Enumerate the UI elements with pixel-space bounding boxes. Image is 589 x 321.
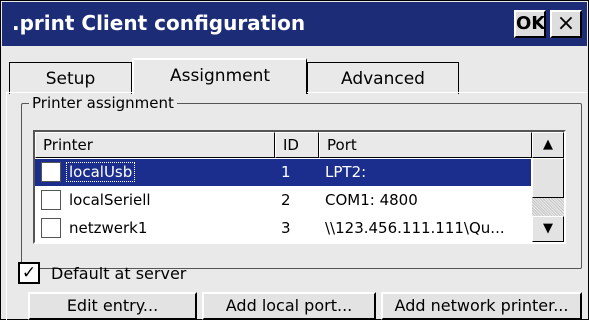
config-window: .print Client configuration OK × Setup A…: [0, 0, 589, 321]
scroll-thumb[interactable]: [532, 158, 564, 198]
printer-name: localSeriell: [69, 191, 151, 209]
edit-entry-button[interactable]: Edit entry...: [28, 292, 197, 320]
scroll-down-icon[interactable]: ▼: [532, 216, 564, 242]
column-header-port[interactable]: Port: [319, 132, 532, 158]
printer-name: netzwerk1: [69, 219, 148, 237]
printer-port: \\123.456.111.111\Qu...: [325, 219, 505, 237]
tab-strip: Setup Assignment Advanced: [1, 58, 589, 94]
add-network-printer-button[interactable]: Add network printer...: [381, 292, 582, 320]
vertical-scrollbar[interactable]: ▲ ▼: [532, 132, 564, 242]
ok-button[interactable]: OK: [514, 10, 546, 38]
add-local-port-button[interactable]: Add local port...: [202, 292, 376, 320]
column-header-printer[interactable]: Printer: [35, 132, 275, 158]
title-bar: .print Client configuration OK ×: [2, 2, 587, 46]
row-checkbox[interactable]: [41, 162, 61, 182]
scroll-up-icon[interactable]: ▲: [532, 132, 564, 158]
default-at-server-checkbox[interactable]: ✓: [18, 262, 40, 284]
row-checkbox[interactable]: [41, 218, 61, 238]
default-at-server-label[interactable]: Default at server: [51, 264, 186, 283]
tab-setup[interactable]: Setup: [9, 62, 132, 94]
printer-list[interactable]: Printer ID Port localUsb 1 LPT2: localSe…: [33, 130, 566, 244]
table-row[interactable]: netzwerk1 3 \\123.456.111.111\Qu...: [35, 215, 531, 242]
tab-assignment[interactable]: Assignment: [132, 58, 307, 94]
printer-name: localUsb: [65, 162, 136, 182]
close-button[interactable]: ×: [550, 10, 582, 38]
table-row[interactable]: localSeriell 2 COM1: 4800: [35, 187, 531, 214]
printer-port: COM1: 4800: [325, 191, 418, 209]
printer-id: 1: [281, 163, 291, 181]
printer-assignment-label: Printer assignment: [29, 94, 177, 112]
column-header-id[interactable]: ID: [275, 132, 319, 158]
tab-advanced[interactable]: Advanced: [307, 62, 459, 94]
printer-id: 3: [281, 219, 291, 237]
printer-id: 2: [281, 191, 291, 209]
window-title: .print Client configuration: [12, 11, 306, 35]
row-checkbox[interactable]: [41, 190, 61, 210]
table-row[interactable]: localUsb 1 LPT2:: [35, 159, 531, 186]
printer-port: LPT2:: [325, 163, 367, 181]
